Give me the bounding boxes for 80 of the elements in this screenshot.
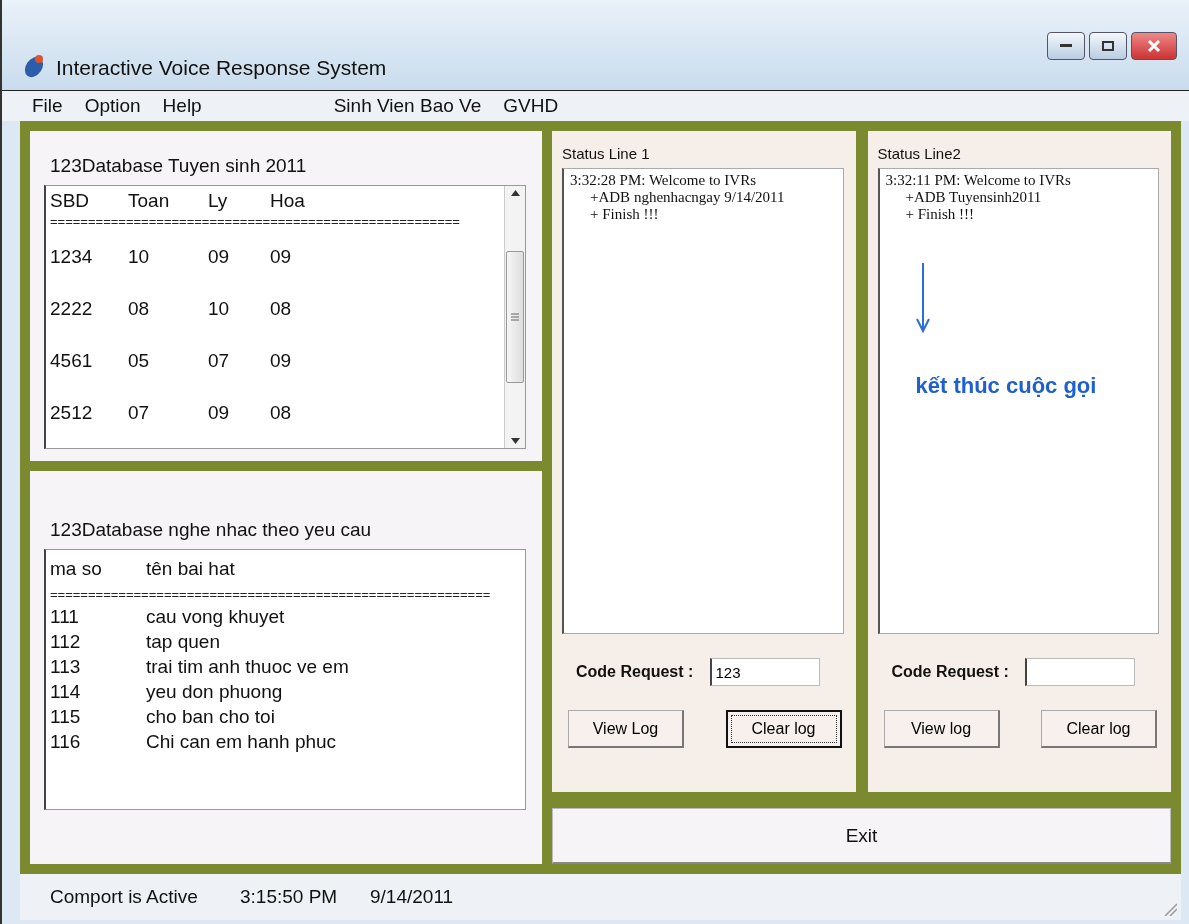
log-line: + Finish !!! <box>904 206 975 223</box>
status-text: 3:15:50 PM <box>240 886 339 908</box>
list-cell-text: 111 <box>50 605 80 628</box>
column-header: ma so <box>50 558 103 580</box>
list-cell-text: 09 <box>270 246 293 268</box>
maximize-icon <box>1102 41 1114 51</box>
list-cell-text: 10 <box>208 298 231 320</box>
list-cell-text: tap quen <box>146 630 221 653</box>
clear-log-button[interactable]: Clear log <box>725 710 842 748</box>
log-line: 3:32:28 PM: Welcome to IVRs <box>570 172 757 189</box>
scroll-up-icon[interactable] <box>510 190 520 196</box>
status-text: 9/14/2011 <box>370 886 455 908</box>
maximize-button[interactable] <box>1089 32 1127 60</box>
code-request-field[interactable] <box>1025 658 1135 686</box>
minimize-button[interactable] <box>1047 32 1085 60</box>
resize-grip-icon[interactable] <box>1163 902 1177 916</box>
column-header: tên bai hat <box>146 558 236 580</box>
list-cell-text: 2222 <box>50 298 94 320</box>
menu-item[interactable]: Option <box>84 95 141 117</box>
scroll-thumb[interactable] <box>506 251 524 383</box>
view-log-button[interactable]: View log <box>883 710 1000 748</box>
column-header: SBD <box>50 189 91 212</box>
list-cell-text: 09 <box>208 402 231 424</box>
separator-text: ====================================================== <box>50 213 461 231</box>
annotation-text: kết thúc cuộc gọi <box>915 373 1098 399</box>
log-line: +ADB Tuyensinh2011 <box>904 189 1043 206</box>
column-header: Hoa <box>270 189 306 212</box>
menu-item[interactable]: File <box>32 95 63 117</box>
code-request-field[interactable]: 123 <box>709 658 820 686</box>
scroll-down-icon[interactable] <box>510 438 520 444</box>
panel-title: 123Database Tuyen sinh 2011 <box>50 155 308 177</box>
list-cell-text: 116 <box>50 730 82 753</box>
list-cell-text: 113 <box>50 655 82 678</box>
list-cell-text: 07 <box>128 402 151 424</box>
scrollbar[interactable] <box>504 186 525 448</box>
separator-text: ========================================================== <box>50 586 492 604</box>
score-list[interactable]: SBD Toan Ly Hoa ====================================================== 1234 10 09 09 2222 08 10 08 4561 05 07 09 2512 07 09 08 <box>44 185 526 449</box>
list-cell-text: 09 <box>208 246 231 268</box>
list-cell-text: 2512 <box>50 402 94 424</box>
log-line: 3:32:11 PM: Welcome to IVRs <box>885 172 1072 189</box>
view-log-button[interactable]: View Log <box>568 710 684 748</box>
menu-item[interactable]: Sinh Vien Bao Ve <box>333 95 482 117</box>
list-cell-text: 05 <box>128 350 151 372</box>
panel-title: 123Database nghe nhac theo yeu cau <box>50 519 373 541</box>
list-cell-text: 08 <box>128 298 151 320</box>
field-label: Code Request : <box>891 663 1009 681</box>
close-button[interactable] <box>1131 32 1177 60</box>
list-cell-text: 112 <box>50 630 82 653</box>
list-cell-text: 08 <box>270 298 293 320</box>
window-title: Interactive Voice Response System <box>56 56 388 80</box>
column-header: Ly <box>208 189 229 212</box>
menu-item[interactable]: Help <box>162 95 202 117</box>
down-arrow-icon <box>915 263 930 333</box>
list-cell-text: yeu don phuong <box>146 680 284 703</box>
panel-title: Status Line2 <box>877 145 962 162</box>
menu-item[interactable]: GVHD <box>503 95 559 117</box>
list-cell-text: 1234 <box>50 246 94 268</box>
list-cell-text: 10 <box>128 246 151 268</box>
panel-title: Status Line 1 <box>562 145 651 162</box>
list-cell-text: cho ban cho toi <box>146 705 276 728</box>
minimize-icon <box>1060 44 1072 48</box>
list-cell-text: 09 <box>270 350 293 372</box>
song-list[interactable] <box>44 549 526 810</box>
column-header: Toan <box>128 189 171 212</box>
list-cell-text: 08 <box>270 402 293 424</box>
log-line: + Finish !!! <box>589 206 660 223</box>
list-cell-text: 4561 <box>50 350 94 372</box>
log-line: +ADB nghenhacngay 9/14/2011 <box>589 189 786 206</box>
status-text: Comport is Active <box>50 886 199 908</box>
list-cell-text: trai tim anh thuoc ve em <box>146 655 350 678</box>
list-cell-text: cau vong khuyet <box>146 605 286 628</box>
clear-log-button[interactable]: Clear log <box>1041 710 1157 748</box>
list-cell-text: 115 <box>50 705 82 728</box>
field-label: Code Request : <box>576 663 694 681</box>
close-icon <box>1147 40 1161 52</box>
list-cell-text: Chi can em hanh phuc <box>146 730 338 753</box>
exit-button[interactable]: Exit <box>552 808 1171 864</box>
grip-lines-icon <box>511 313 519 321</box>
list-cell-text: 114 <box>50 680 82 703</box>
list-cell-text: 07 <box>208 350 231 372</box>
